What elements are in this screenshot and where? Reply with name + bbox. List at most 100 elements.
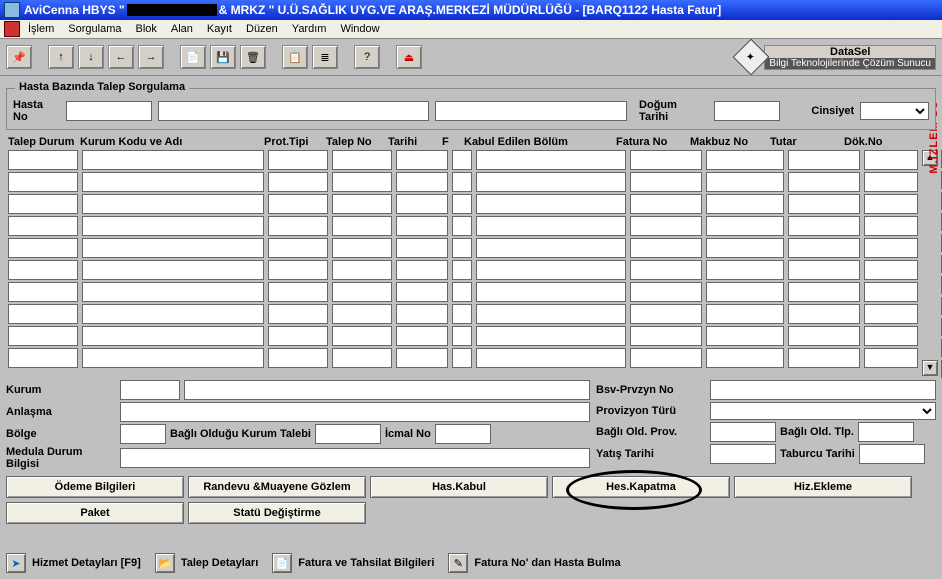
table-cell[interactable] [8,216,78,236]
table-cell[interactable] [268,348,328,368]
statu-degistirme-button[interactable]: Statü Değiştirme [188,502,366,524]
fatura-tahsilat-link[interactable]: Fatura ve Tahsilat Bilgileri [298,557,434,569]
table-cell[interactable] [630,194,702,214]
table-cell[interactable] [396,238,448,258]
menu-sorgulama[interactable]: Sorgulama [62,22,127,36]
table-cell[interactable] [476,194,626,214]
table-cell[interactable] [82,216,264,236]
table-cell[interactable] [864,260,918,280]
table-cell[interactable] [788,172,860,192]
table-cell[interactable] [452,150,472,170]
grid-scrollbar[interactable]: ▲ ▼ [920,150,938,378]
table-cell[interactable] [476,304,626,324]
table-cell[interactable] [8,304,78,324]
table-cell[interactable] [476,150,626,170]
folder-icon[interactable]: 📂 [155,553,175,573]
table-cell[interactable] [864,326,918,346]
tb-copy-icon[interactable]: 📋 [282,45,308,69]
table-cell[interactable] [82,194,264,214]
tb-left-icon[interactable]: ← [108,45,134,69]
table-cell[interactable] [452,326,472,346]
data-grid[interactable] [6,150,920,378]
table-cell[interactable] [82,260,264,280]
hizmet-detaylari-link[interactable]: Hizmet Detayları [F9] [32,557,141,569]
menu-duzen[interactable]: Düzen [240,22,284,36]
table-cell[interactable] [864,348,918,368]
odeme-bilgileri-button[interactable]: Ödeme Bilgileri [6,476,184,498]
table-cell[interactable] [8,348,78,368]
table-cell[interactable] [82,326,264,346]
table-cell[interactable] [332,260,392,280]
menu-alan[interactable]: Alan [165,22,199,36]
table-cell[interactable] [8,172,78,192]
table-cell[interactable] [396,216,448,236]
table-cell[interactable] [82,348,264,368]
table-cell[interactable] [332,326,392,346]
tb-exit-icon[interactable]: ⏏ [396,45,422,69]
table-cell[interactable] [706,348,784,368]
table-cell[interactable] [706,304,784,324]
table-cell[interactable] [630,304,702,324]
table-cell[interactable] [476,348,626,368]
table-row[interactable] [6,194,920,214]
table-cell[interactable] [788,216,860,236]
table-cell[interactable] [396,194,448,214]
table-cell[interactable] [630,238,702,258]
arrow-right-icon[interactable]: ➤ [6,553,26,573]
menu-islem[interactable]: İşlem [22,22,60,36]
table-cell[interactable] [630,172,702,192]
table-cell[interactable] [332,172,392,192]
table-row[interactable] [6,238,920,258]
tb-new-icon[interactable]: 📄 [180,45,206,69]
tb-list-icon[interactable]: ≣ [312,45,338,69]
table-cell[interactable] [396,282,448,302]
hes-kapatma-button[interactable]: Hes.Kapatma [552,476,730,498]
tb-right-icon[interactable]: → [138,45,164,69]
table-cell[interactable] [396,304,448,324]
table-row[interactable] [6,150,920,170]
table-cell[interactable] [788,326,860,346]
table-cell[interactable] [268,172,328,192]
prov-tur-select[interactable] [710,402,936,420]
table-cell[interactable] [82,238,264,258]
table-cell[interactable] [788,304,860,324]
table-cell[interactable] [332,150,392,170]
table-cell[interactable] [8,282,78,302]
table-cell[interactable] [332,216,392,236]
table-cell[interactable] [8,150,78,170]
table-cell[interactable] [332,238,392,258]
table-cell[interactable] [630,348,702,368]
fatura-no-hasta-link[interactable]: Fatura No' dan Hasta Bulma [474,557,620,569]
table-cell[interactable] [864,216,918,236]
table-cell[interactable] [396,150,448,170]
table-cell[interactable] [788,348,860,368]
table-cell[interactable] [8,194,78,214]
table-cell[interactable] [630,150,702,170]
menu-window[interactable]: Window [334,22,385,36]
tb-pin-icon[interactable]: 📌 [6,45,32,69]
table-cell[interactable] [452,260,472,280]
tb-delete-icon[interactable]: 🗑 [240,45,266,69]
table-cell[interactable] [268,282,328,302]
table-cell[interactable] [332,348,392,368]
table-cell[interactable] [476,238,626,258]
table-cell[interactable] [788,238,860,258]
document-icon[interactable]: 📄 [272,553,292,573]
table-cell[interactable] [268,150,328,170]
table-cell[interactable] [788,282,860,302]
table-cell[interactable] [864,304,918,324]
table-cell[interactable] [788,150,860,170]
table-cell[interactable] [706,260,784,280]
table-cell[interactable] [476,260,626,280]
table-cell[interactable] [268,304,328,324]
table-cell[interactable] [396,348,448,368]
table-cell[interactable] [82,282,264,302]
table-cell[interactable] [8,326,78,346]
table-cell[interactable] [630,326,702,346]
table-cell[interactable] [452,304,472,324]
table-cell[interactable] [268,260,328,280]
table-cell[interactable] [452,194,472,214]
table-cell[interactable] [864,150,918,170]
table-cell[interactable] [630,216,702,236]
table-cell[interactable] [476,172,626,192]
